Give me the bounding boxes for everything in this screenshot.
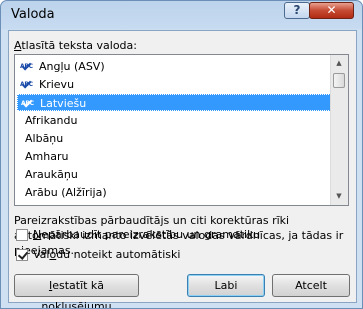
help-icon: ? [293, 3, 301, 17]
spellcheck-icon: ABC [20, 59, 34, 73]
cancel-button[interactable]: Atcelt [272, 274, 350, 297]
detect-language-checkbox[interactable] [16, 249, 29, 261]
dialog-title: Valoda [11, 7, 55, 22]
language-item[interactable]: ABC Angļu (ASV) [17, 58, 331, 75]
language-item[interactable]: Arābu (Alžīrija) [17, 184, 331, 201]
language-item[interactable]: ABC Latviešu [17, 94, 331, 111]
dialog-window: Valoda ? ✕ Atlasītā teksta valoda: ABC An… [0, 0, 363, 309]
language-item-label: Latviešu [40, 97, 87, 110]
ok-button[interactable]: Labi [187, 274, 265, 297]
language-item[interactable]: Albāņu [17, 130, 331, 147]
language-item[interactable]: Araukāņu [17, 166, 331, 183]
language-item-label: Krievu [39, 78, 75, 91]
language-item-label: Afrikandu [25, 114, 78, 127]
title-bar[interactable]: Valoda ? ✕ [1, 1, 362, 30]
language-list-label: Atlasītā teksta valoda: [14, 39, 137, 52]
language-item-label: Amharu [25, 150, 69, 163]
help-button[interactable]: ? [284, 2, 310, 19]
close-icon: ✕ [326, 3, 337, 17]
no-proof-label[interactable]: Nepārbaudīt pareizrakstību un gramatiku [33, 228, 260, 241]
language-item-label: Araukāņu [25, 168, 78, 181]
language-item-label: Arābu (Alžīrija) [25, 186, 107, 199]
no-proof-checkbox[interactable] [16, 229, 28, 241]
scroll-down-arrow[interactable]: ▼ [331, 188, 347, 205]
close-button[interactable]: ✕ [309, 2, 354, 19]
spellcheck-icon: ABC [20, 77, 34, 91]
spellcheck-icon: ABC [21, 96, 35, 110]
language-list[interactable]: ABC Angļu (ASV) ABC Krievu ABC Latviešu Afrika… [14, 54, 349, 206]
language-item[interactable]: Afrikandu [17, 112, 331, 129]
language-item[interactable]: ABC Krievu [17, 76, 331, 93]
set-default-button[interactable]: Iestatīt kā noklusējumu [14, 274, 139, 308]
scroll-up-arrow[interactable]: ▲ [331, 55, 347, 72]
dialog-content: Atlasītā teksta valoda: ABC Angļu (ASV) AB… [8, 30, 357, 308]
language-item-label: Albāņu [25, 132, 64, 145]
scroll-thumb[interactable] [333, 73, 345, 88]
language-item-label: Angļu (ASV) [39, 60, 105, 73]
detect-language-label[interactable]: Valodu noteikt automātiski [33, 248, 180, 261]
list-scrollbar[interactable]: ▲ ▼ [330, 55, 348, 205]
language-item[interactable]: Amharu [17, 148, 331, 165]
